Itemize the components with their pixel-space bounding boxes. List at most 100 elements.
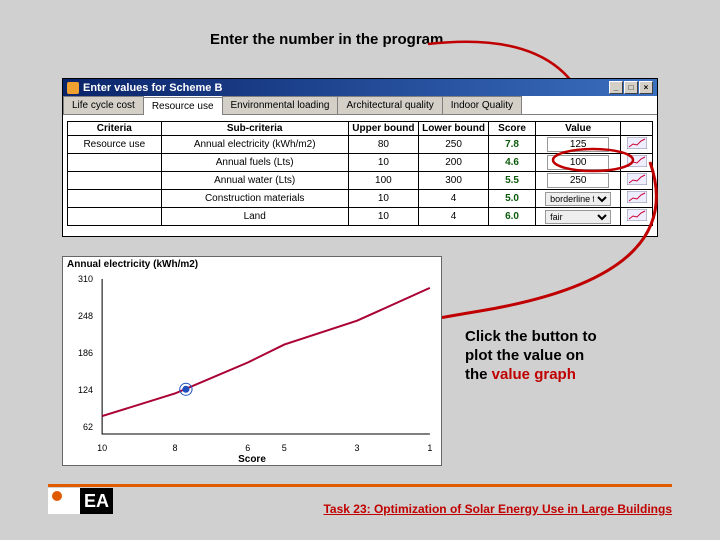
value-select[interactable]: borderline fair <box>545 192 611 206</box>
maximize-button[interactable]: □ <box>624 81 638 94</box>
logo-text: EA <box>80 488 113 514</box>
subcriteria-cell: Annual electricity (kWh/m2) <box>161 136 348 154</box>
slide-footer: EA Task 23: Optimization of Solar Energy… <box>48 472 672 512</box>
chart-ytick: 124 <box>67 385 93 395</box>
window-title: Enter values for Scheme B <box>83 82 222 94</box>
col-subcriteria: Sub-criteria <box>161 122 348 136</box>
lower-bound-cell: 4 <box>418 208 488 226</box>
tab-bar: Life cycle costResource useEnvironmental… <box>63 96 657 115</box>
subcriteria-cell: Construction materials <box>161 190 348 208</box>
chart-xtick: 8 <box>172 443 177 453</box>
upper-bound-cell: 80 <box>348 136 418 154</box>
callout-line3b: value graph <box>492 366 576 383</box>
chart-ytick: 62 <box>67 422 93 432</box>
table-row: Land1046.0 fair <box>68 208 653 226</box>
chart-xtick: 3 <box>355 443 360 453</box>
value-input[interactable] <box>547 173 609 188</box>
plot-button[interactable] <box>627 173 647 185</box>
col-value: Value <box>535 122 620 136</box>
criteria-cell <box>68 190 162 208</box>
callout-click-plot: Click the button to plot the value on th… <box>465 328 655 384</box>
score-cell: 4.6 <box>489 154 536 172</box>
upper-bound-cell: 10 <box>348 190 418 208</box>
table-row: Annual water (Lts)1003005.5 <box>68 172 653 190</box>
plot-button[interactable] <box>627 137 647 149</box>
col-upper-bound: Upper bound <box>348 122 418 136</box>
chart-ytick: 310 <box>67 274 93 284</box>
score-cell: 6.0 <box>489 208 536 226</box>
score-cell: 5.0 <box>489 190 536 208</box>
upper-bound-cell: 10 <box>348 154 418 172</box>
chart-xtick: 6 <box>245 443 250 453</box>
col-plot-button <box>621 122 653 136</box>
plot-button-cell <box>621 172 653 190</box>
tab-indoor-quality[interactable]: Indoor Quality <box>442 96 522 114</box>
criteria-table-area: Criteria Sub-criteria Upper bound Lower … <box>63 115 657 236</box>
scheme-values-window: Enter values for Scheme B _ □ × Life cyc… <box>62 78 658 237</box>
table-row: Resource useAnnual electricity (kWh/m2)8… <box>68 136 653 154</box>
minimize-button[interactable]: _ <box>609 81 623 94</box>
app-icon <box>67 82 79 94</box>
chart-xtick: 10 <box>97 443 107 453</box>
table-row: Construction materials1045.0 borderline f… <box>68 190 653 208</box>
lower-bound-cell: 200 <box>418 154 488 172</box>
value-cell <box>535 136 620 154</box>
callout-line2: plot the value on <box>465 347 584 364</box>
criteria-cell <box>68 154 162 172</box>
callout-line3a: the <box>465 366 492 383</box>
value-cell <box>535 172 620 190</box>
callout-line1: Click the button to <box>465 328 597 345</box>
chart-title: Annual electricity (kWh/m2) <box>63 257 441 272</box>
criteria-table: Criteria Sub-criteria Upper bound Lower … <box>67 121 653 226</box>
tab-architectural-quality[interactable]: Architectural quality <box>337 96 442 114</box>
plot-button-cell <box>621 208 653 226</box>
plot-button[interactable] <box>627 191 647 203</box>
window-controls: _ □ × <box>609 81 653 94</box>
footer-logo: EA <box>48 488 113 514</box>
value-chart: Annual electricity (kWh/m2) 310248186124… <box>62 256 442 466</box>
value-select[interactable]: fair <box>545 210 611 224</box>
table-row: Annual fuels (Lts)102004.6 <box>68 154 653 172</box>
criteria-cell: Resource use <box>68 136 162 154</box>
window-titlebar: Enter values for Scheme B _ □ × <box>63 79 657 96</box>
lower-bound-cell: 300 <box>418 172 488 190</box>
score-cell: 5.5 <box>489 172 536 190</box>
subcriteria-cell: Annual fuels (Lts) <box>161 154 348 172</box>
upper-bound-cell: 100 <box>348 172 418 190</box>
plot-button[interactable] <box>627 155 647 167</box>
criteria-cell <box>68 208 162 226</box>
subcriteria-cell: Annual water (Lts) <box>161 172 348 190</box>
lower-bound-cell: 4 <box>418 190 488 208</box>
instruction-enter-number: Enter the number in the program <box>210 31 443 48</box>
chart-ytick: 248 <box>67 311 93 321</box>
plot-button[interactable] <box>627 209 647 221</box>
value-input[interactable] <box>547 137 609 152</box>
col-lower-bound: Lower bound <box>418 122 488 136</box>
tab-resource-use[interactable]: Resource use <box>143 97 223 115</box>
footer-divider <box>48 484 672 487</box>
close-button[interactable]: × <box>639 81 653 94</box>
lower-bound-cell: 250 <box>418 136 488 154</box>
chart-xtick: 5 <box>282 443 287 453</box>
chart-plot-area: 310248186124621086531 <box>97 274 435 439</box>
chart-xtick: 1 <box>427 443 432 453</box>
chart-xlabel: Score <box>63 454 441 465</box>
tab-environmental-loading[interactable]: Environmental loading <box>222 96 339 114</box>
value-cell: fair <box>535 208 620 226</box>
score-cell: 7.8 <box>489 136 536 154</box>
plot-button-cell <box>621 136 653 154</box>
value-input[interactable] <box>547 155 609 170</box>
sun-icon <box>52 491 62 501</box>
footer-caption: Task 23: Optimization of Solar Energy Us… <box>323 502 672 516</box>
value-cell <box>535 154 620 172</box>
subcriteria-cell: Land <box>161 208 348 226</box>
upper-bound-cell: 10 <box>348 208 418 226</box>
plot-button-cell <box>621 154 653 172</box>
tab-life-cycle-cost[interactable]: Life cycle cost <box>63 96 144 114</box>
col-score: Score <box>489 122 536 136</box>
logo-sun-box <box>48 488 80 514</box>
value-cell: borderline fair <box>535 190 620 208</box>
plot-button-cell <box>621 190 653 208</box>
chart-ytick: 186 <box>67 348 93 358</box>
criteria-cell <box>68 172 162 190</box>
